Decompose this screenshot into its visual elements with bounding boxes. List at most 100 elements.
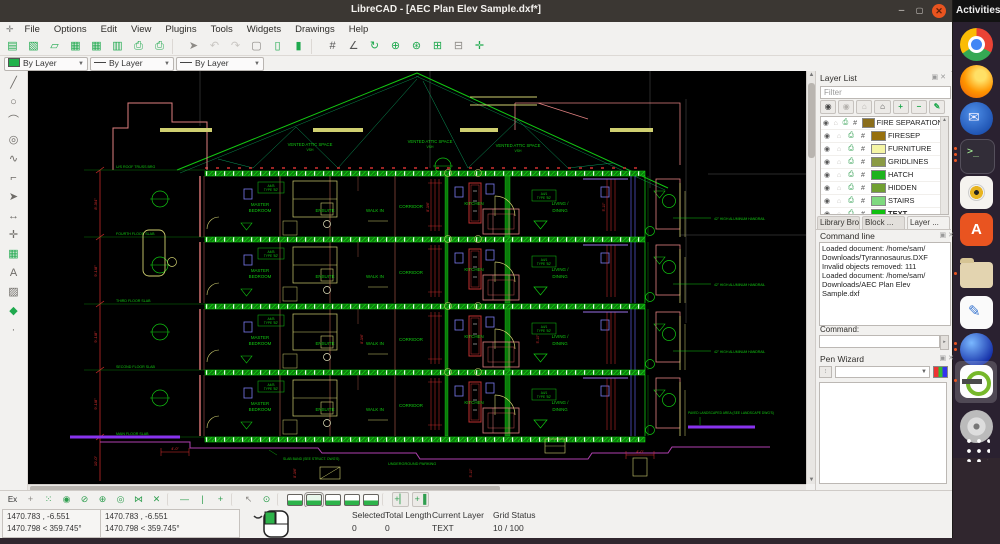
linewidth-combo[interactable]: By Layer▼ (90, 57, 174, 71)
layer-row[interactable]: ◉ ⌂ ⎙ # GRIDLINES (821, 156, 948, 169)
view-3-icon[interactable] (325, 494, 341, 506)
undock-icon[interactable]: ▣ (940, 355, 949, 362)
save-all-icon[interactable]: ▥ (109, 39, 126, 54)
layer-color-swatch[interactable] (871, 144, 886, 154)
show-applications-icon[interactable] (962, 434, 990, 462)
layer-construction-icon[interactable]: # (850, 120, 860, 127)
snapbar-separator[interactable] (277, 493, 284, 506)
terminal-icon[interactable] (960, 139, 995, 174)
pointer-icon[interactable]: ➤ (185, 39, 202, 54)
layer-row[interactable]: ◉ ⌂ ⎙ # HIDDEN (821, 182, 948, 195)
grid-icon[interactable]: # (324, 39, 341, 54)
minimize-button[interactable]: – (895, 5, 908, 18)
layer-lock-icon[interactable]: ⌂ (833, 185, 845, 192)
set-relative-zero-icon[interactable]: ↖ (241, 493, 256, 506)
modify-tool-icon[interactable]: ✛ (4, 226, 24, 245)
lock-all-layers-icon[interactable]: ⌂ (874, 100, 890, 114)
layer-construction-icon[interactable]: # (857, 159, 869, 166)
new-file-icon[interactable]: ▤ (4, 39, 21, 54)
thunderbird-icon[interactable] (960, 102, 993, 135)
snap-on-entity-icon[interactable]: ⊘ (77, 493, 92, 506)
scrollbar-thumb[interactable] (808, 83, 815, 158)
pen-wizard-list[interactable] (819, 382, 947, 484)
restrict-orthogonal-icon[interactable]: + (213, 493, 228, 506)
panel-tab[interactable]: Library Bro... (817, 216, 860, 229)
layer-row[interactable]: ◉ ⌂ ⎙ # HATCH (821, 169, 948, 182)
snap-grid-icon[interactable]: ⁙ (41, 493, 56, 506)
panel-tab[interactable]: Block ... (862, 216, 905, 229)
right-sidebar-toggle-icon[interactable]: +▐ (412, 492, 429, 507)
menu-item[interactable]: Tools (204, 24, 240, 35)
left-sidebar-toggle-icon[interactable]: +▏ (392, 492, 409, 507)
menu-item[interactable]: File (18, 24, 47, 35)
layer-visible-icon[interactable]: ◉ (821, 119, 831, 127)
layer-filter-input[interactable]: Filter (820, 86, 951, 99)
undock-icon[interactable]: ▣ (940, 232, 949, 239)
layer-visible-icon[interactable]: ◉ (821, 171, 833, 179)
snap-free-icon[interactable]: + (23, 493, 38, 506)
line-tool-icon[interactable]: ╱ (4, 74, 24, 93)
layer-name[interactable]: FIRE SEPARATIONS (877, 119, 948, 127)
layer-lock-icon[interactable]: ⌂ (831, 120, 841, 127)
view-5-icon[interactable] (363, 494, 379, 506)
open-file-icon[interactable]: ▱ (46, 39, 63, 54)
zoom-previous-icon[interactable]: ⊟ (450, 39, 467, 54)
activities-button[interactable]: Activities (952, 0, 1000, 22)
snapbar-separator[interactable] (231, 493, 238, 506)
restrict-horizontal-icon[interactable]: — (177, 493, 192, 506)
color-combo[interactable]: By Layer▼ (4, 57, 88, 71)
layer-construction-icon[interactable]: # (857, 185, 869, 192)
snap-center-icon[interactable]: ⊕ (95, 493, 110, 506)
print-icon[interactable]: ⎙ (130, 39, 147, 54)
layer-row[interactable]: ◉ ⌂ ⎙ # TEXT (821, 208, 948, 215)
dimension-tool-icon[interactable]: ↔ (4, 207, 24, 226)
linetype-combo[interactable]: By Layer▼ (176, 57, 264, 71)
layer-name[interactable]: FIRESEP (888, 132, 920, 140)
close-icon[interactable]: ✕ (948, 232, 956, 239)
layer-print-icon[interactable]: ⎙ (845, 132, 857, 140)
hide-all-layers-icon[interactable]: ◉ (838, 100, 854, 114)
layer-lock-icon[interactable]: ⌂ (833, 146, 845, 153)
layer-lock-icon[interactable]: ⌂ (833, 133, 845, 140)
zoom-pan-icon[interactable]: ✛ (471, 39, 488, 54)
snap-distance-icon[interactable]: ⋈ (131, 493, 146, 506)
circle-tool-icon[interactable]: ○ (4, 93, 24, 112)
ubuntu-software-icon[interactable] (960, 213, 993, 246)
layer-row[interactable]: ◉ ⌂ ⎙ # STAIRS (821, 195, 948, 208)
menu-item[interactable]: View (124, 24, 158, 35)
snap-middle-icon[interactable]: ◎ (113, 493, 128, 506)
remove-layer-icon[interactable]: − (911, 100, 927, 114)
polyline-tool-icon[interactable]: ⌐ (4, 169, 24, 188)
command-input[interactable] (819, 335, 940, 348)
view-2-icon[interactable] (306, 494, 322, 506)
rhythmbox-icon[interactable] (960, 176, 993, 209)
layer-name[interactable]: HIDDEN (888, 184, 917, 192)
edit-layer-icon[interactable]: ✎ (929, 100, 945, 114)
undo-icon[interactable]: ↶ (206, 39, 223, 54)
titlebar[interactable]: LibreCAD - [AEC Plan Elev Sample.dxf*] –… (0, 0, 952, 22)
layer-color-swatch[interactable] (871, 131, 886, 141)
snap-intersection-icon[interactable]: ✕ (149, 493, 164, 506)
layer-print-icon[interactable]: ⎙ (845, 197, 857, 205)
snapbar-separator[interactable] (167, 493, 174, 506)
snapbar-separator[interactable] (382, 493, 389, 506)
layer-row[interactable]: ◉ ⌂ ⎙ # FIRESEP (821, 130, 948, 143)
save-icon[interactable]: ▦ (67, 39, 84, 54)
select-all-icon[interactable]: ▮ (290, 39, 307, 54)
exclusive-snap-toggle[interactable]: Ex (5, 493, 20, 506)
layer-print-icon[interactable]: ⎙ (841, 119, 851, 127)
layer-lock-icon[interactable]: ⌂ (833, 198, 845, 205)
layer-color-swatch[interactable] (871, 196, 886, 206)
zoom-window-icon[interactable]: ⊞ (429, 39, 446, 54)
view-1-icon[interactable] (287, 494, 303, 506)
menu-item[interactable]: Plugins (158, 24, 203, 35)
spline-tool-icon[interactable]: ∿ (4, 150, 24, 169)
select-window-icon[interactable]: ▢ (248, 39, 265, 54)
layer-color-swatch[interactable] (871, 170, 886, 180)
print-preview-icon[interactable]: ⎙ (151, 39, 168, 54)
menu-item[interactable]: Options (47, 24, 94, 35)
layer-print-icon[interactable]: ⎙ (845, 184, 857, 192)
files-icon[interactable] (960, 262, 993, 288)
layer-row[interactable]: ◉ ⌂ ⎙ # FIRE SEPARATIONS (821, 117, 948, 130)
layer-color-swatch[interactable] (862, 118, 875, 128)
